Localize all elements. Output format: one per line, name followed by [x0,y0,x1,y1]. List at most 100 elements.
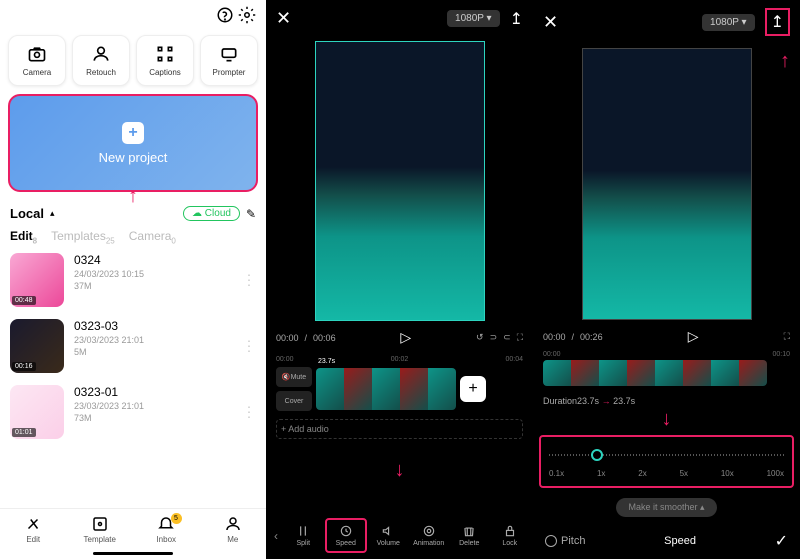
confirm-icon[interactable]: ✓ [775,531,788,551]
clip-strip[interactable] [543,360,767,386]
thumbnail: 00:16 [10,319,64,373]
settings-icon[interactable] [238,6,256,29]
export-icon[interactable]: ↥ [765,8,790,36]
speed-label: 10x [721,469,734,478]
new-project-button[interactable]: + New project ↑ [8,94,258,192]
retouch-tool[interactable]: Retouch [72,35,130,86]
annotation-arrow-icon: ↓ [533,408,800,431]
item-title: 0323-01 [74,385,144,399]
item-date: 23/03/2023 21:01 [74,401,144,411]
smoother-button[interactable]: Make it smoother ▴ [616,498,716,517]
new-duration: 23.7s [613,396,635,406]
chevron-up-icon: ▴ [50,208,55,219]
play-icon[interactable]: ▷ [400,329,411,346]
item-date: 24/03/2023 10:15 [74,269,144,279]
more-icon[interactable]: ⋮ [242,272,256,289]
annotation-arrow-icon: ↓ [266,459,533,482]
editor-panel: ✕ 1080P ▾ ↥ 00:00/00:06 ▷ ↺ ⊃ ⊂ ⛶ 00:000… [266,0,533,559]
item-size: 73M [74,413,144,423]
speed-panel: ✕ 1080P ▾ ↥ ↑ 00:00/00:26 ▷ ⛶ 00:0000:10… [533,0,800,559]
inbox-badge: 5 [171,513,182,524]
speed-slider-panel: 0.1x 1x 2x 5x 10x 100x [539,435,794,488]
duration-label: Duration23.7s [543,396,599,406]
total-time: 00:06 [313,333,336,343]
duration-badge: 00:16 [12,362,36,371]
help-icon[interactable] [216,6,234,29]
cloud-button[interactable]: ☁ Cloud [183,206,240,221]
play-icon[interactable]: ▷ [688,328,699,345]
prompter-tool[interactable]: Prompter [200,35,258,86]
undo-icon[interactable]: ↺ [476,332,484,343]
annotation-arrow-icon: ↑ [780,50,790,73]
add-audio-button[interactable]: + Add audio [276,419,523,439]
mute-button[interactable]: 🔇 Mute [276,367,312,387]
thumbnail: 01:01 [10,385,64,439]
duration-badge: 01:01 [12,428,36,437]
split-button[interactable]: Split [284,520,323,551]
time-mark: 00:00 [276,356,294,363]
item-size: 5M [74,347,144,357]
export-icon[interactable]: ↥ [510,9,523,29]
camera-label: Camera [23,68,51,77]
delete-button[interactable]: Delete [450,520,489,551]
current-time: 00:00 [543,332,566,342]
camera-tool[interactable]: Camera [8,35,66,86]
item-size: 37M [74,281,144,291]
retouch-label: Retouch [86,68,116,77]
clip-strip[interactable] [316,368,456,410]
slider-knob[interactable] [591,449,603,461]
local-label[interactable]: Local [10,206,44,221]
speed-label: 100x [767,469,784,478]
time-mark: 00:00 [543,351,561,358]
time-mark: 00:04 [505,356,523,363]
tab-templates[interactable]: Templates25 [51,229,115,245]
pencil-icon[interactable]: ✎ [246,207,256,221]
pitch-toggle[interactable]: Pitch [545,535,585,547]
close-icon[interactable]: ✕ [276,8,291,29]
project-item[interactable]: 00:48 0324 24/03/2023 10:15 37M ⋮ [0,247,266,313]
video-preview[interactable] [315,41,485,321]
close-icon[interactable]: ✕ [543,12,558,33]
speed-button[interactable]: Speed [325,518,368,553]
captions-tool[interactable]: Captions [136,35,194,86]
more-icon[interactable]: ⋮ [242,404,256,421]
item-date: 23/03/2023 21:01 [74,335,144,345]
home-indicator [93,552,173,555]
redo2-icon[interactable]: ⊂ [503,332,511,343]
prompter-label: Prompter [213,68,246,77]
new-project-label: New project [99,150,168,165]
resolution-button[interactable]: 1080P ▾ [447,10,500,27]
duration-badge: 00:48 [12,296,36,305]
time-mark: 00:02 [391,356,409,363]
speed-slider[interactable] [549,445,784,465]
add-clip-button[interactable]: + [460,376,486,402]
resolution-button[interactable]: 1080P ▾ [702,14,755,31]
tab-camera[interactable]: Camera0 [129,229,176,245]
cover-button[interactable]: Cover [276,391,312,411]
speed-label: 5x [680,469,688,478]
video-preview[interactable] [582,48,752,320]
animation-button[interactable]: Animation [410,520,449,551]
nav-template[interactable]: Template [67,515,134,544]
speed-label: 1x [597,469,605,478]
chevron-left-icon[interactable]: ‹ [270,529,282,543]
fullscreen-icon[interactable]: ⛶ [784,331,790,342]
project-item[interactable]: 00:16 0323-03 23/03/2023 21:01 5M ⋮ [0,313,266,379]
clip-duration: 23.7s [318,358,335,365]
item-title: 0324 [74,253,144,267]
nav-inbox[interactable]: 5Inbox [133,515,200,544]
thumbnail: 00:48 [10,253,64,307]
plus-icon: + [122,122,144,144]
time-mark: 00:10 [772,351,790,358]
nav-me[interactable]: Me [200,515,267,544]
project-item[interactable]: 01:01 0323-01 23/03/2023 21:01 73M ⋮ [0,379,266,445]
tab-edit[interactable]: Edit8 [10,229,37,245]
item-title: 0323-03 [74,319,144,333]
lock-button[interactable]: Lock [491,520,530,551]
redo-icon[interactable]: ⊃ [490,332,498,343]
fullscreen-icon[interactable]: ⛶ [517,332,523,343]
more-icon[interactable]: ⋮ [242,338,256,355]
total-time: 00:26 [580,332,603,342]
volume-button[interactable]: Volume [369,520,408,551]
nav-edit[interactable]: Edit [0,515,67,544]
